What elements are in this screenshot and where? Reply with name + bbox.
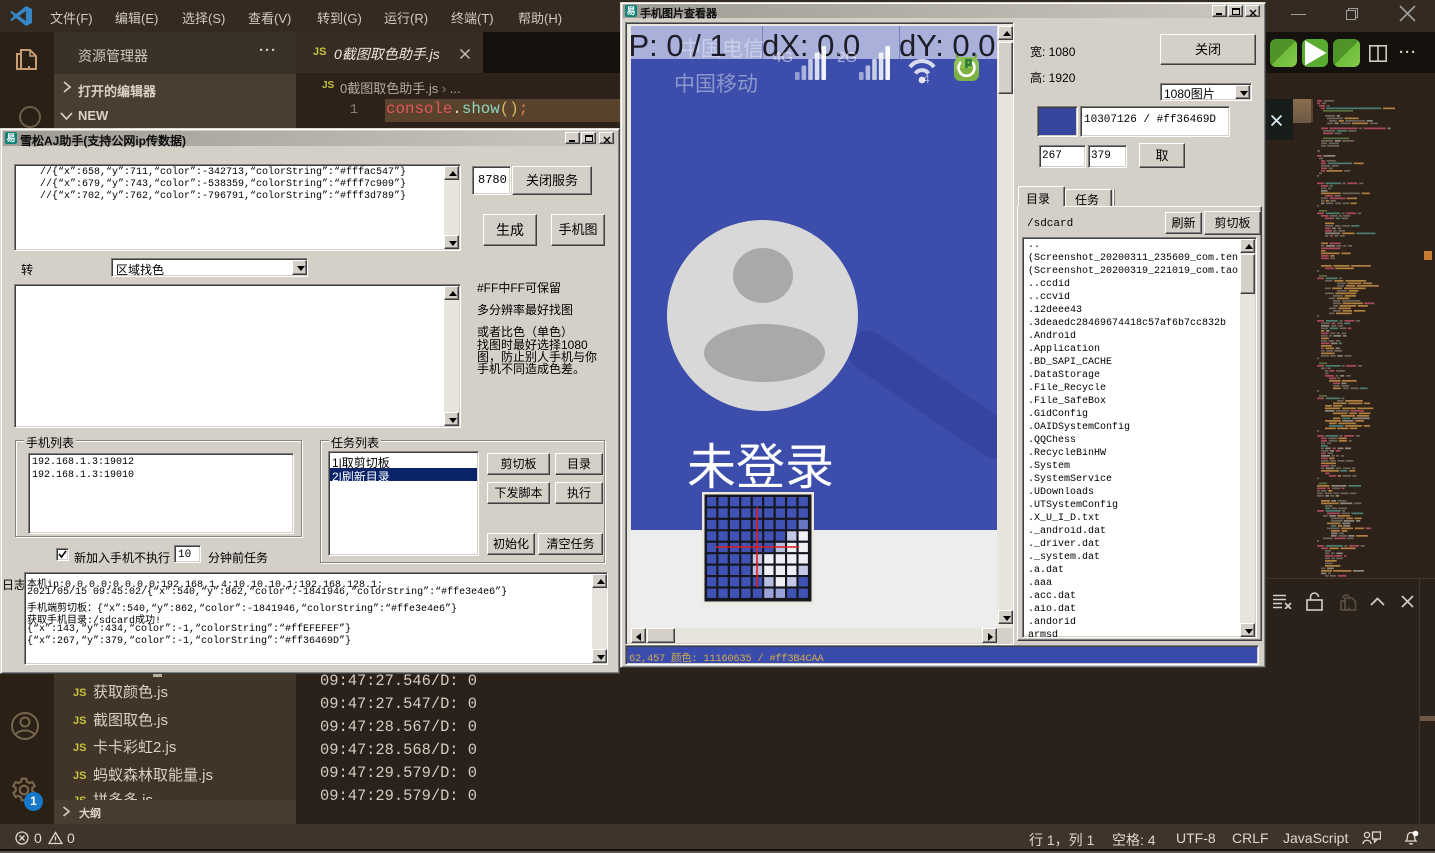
svg-text:2G: 2G: [837, 49, 857, 66]
svg-text:4G: 4G: [773, 49, 793, 66]
svg-text:4: 4: [923, 72, 930, 84]
